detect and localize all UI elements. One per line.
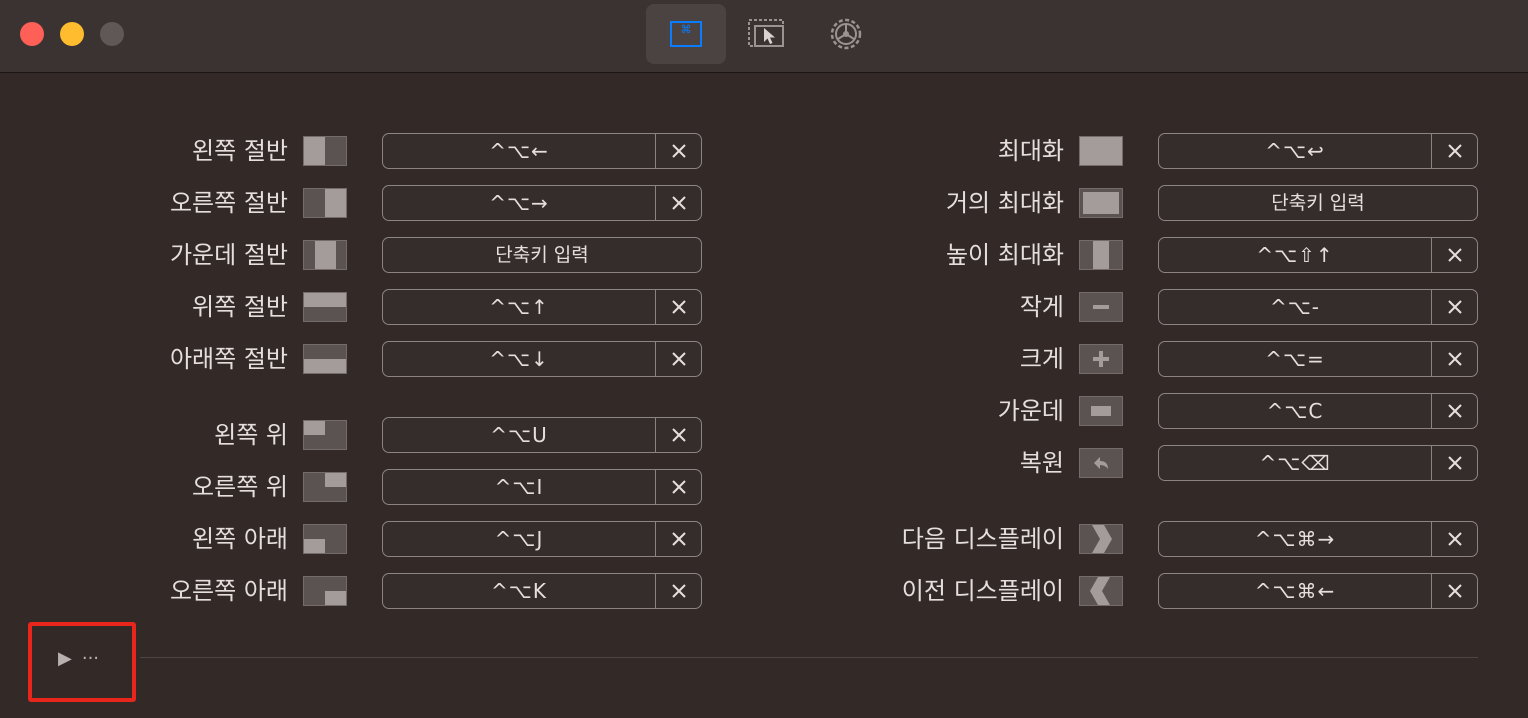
shortcut-recorder[interactable]: ^⌥= (1158, 341, 1478, 377)
clear-shortcut-button[interactable] (1432, 522, 1477, 556)
close-icon (1447, 584, 1462, 598)
tab-settings[interactable] (806, 4, 886, 64)
close-icon (1447, 404, 1462, 418)
close-icon (1447, 532, 1462, 546)
shortcut-value: ^⌥⇧↑ (1256, 243, 1334, 267)
clear-shortcut-button[interactable] (1432, 290, 1477, 324)
shortcut-row: 가운데 ^⌥C (0, 393, 1528, 429)
shortcut-value: ^⌥C (1266, 399, 1324, 423)
close-icon (1447, 300, 1462, 314)
close-button[interactable] (20, 22, 44, 46)
action-label: 최대화 (997, 137, 1064, 165)
shortcut-value: ^⌥⌘→ (1254, 527, 1336, 551)
maximize-height-icon (1079, 240, 1123, 270)
clear-shortcut-button[interactable] (1432, 238, 1477, 272)
larger-icon (1079, 344, 1123, 374)
shortcut-recorder[interactable]: ^⌥⌫ (1158, 445, 1478, 481)
action-label: 이전 디스플레이 (901, 577, 1064, 605)
minimize-button[interactable] (60, 22, 84, 46)
zoom-button[interactable] (100, 22, 124, 46)
clear-shortcut-button[interactable] (1432, 342, 1477, 376)
tab-keyboard-shortcuts[interactable]: ⌘ (646, 4, 726, 64)
close-icon (1447, 456, 1462, 470)
action-label: 가운데 (997, 397, 1064, 425)
snap-area-icon (748, 19, 784, 47)
close-icon (1447, 248, 1462, 262)
gear-icon (830, 18, 862, 50)
shortcut-value: ^⌥⌘← (1254, 579, 1336, 603)
shortcut-recorder[interactable]: ^⌥⌘→ (1158, 521, 1478, 557)
almost-maximize-icon (1079, 188, 1123, 218)
footer-divider (140, 657, 1478, 658)
close-icon (671, 480, 686, 494)
close-icon (1447, 144, 1462, 158)
action-label: 작게 (1019, 293, 1064, 321)
shortcut-row: 거의 최대화 단축키 입력 (0, 185, 1528, 221)
shortcut-row: 작게 ^⌥- (0, 289, 1528, 325)
keyboard-shortcut-icon: ⌘ (670, 21, 702, 47)
shortcut-recorder[interactable]: 단축키 입력 (1158, 185, 1478, 221)
restore-icon (1079, 448, 1123, 478)
action-label: 크게 (1019, 345, 1064, 373)
smaller-icon (1079, 292, 1123, 322)
action-label: 복원 (1019, 449, 1064, 477)
shortcut-recorder[interactable]: ^⌥⌘← (1158, 573, 1478, 609)
svg-text:⌘: ⌘ (681, 23, 692, 36)
clear-shortcut-button[interactable] (1432, 394, 1477, 428)
shortcut-value: ^⌥⌫ (1259, 451, 1331, 475)
shortcut-row: 높이 최대화 ^⌥⇧↑ (0, 237, 1528, 273)
shortcut-row: 다음 디스플레이 ^⌥⌘→ (0, 521, 1528, 557)
shortcut-value: ^⌥- (1269, 295, 1321, 319)
shortcut-recorder[interactable]: ^⌥⇧↑ (1158, 237, 1478, 273)
previous-display-icon (1079, 576, 1123, 606)
next-display-icon (1079, 524, 1123, 554)
shortcut-row: 복원 ^⌥⌫ (0, 445, 1528, 481)
shortcut-row: 최대화 ^⌥↩ (0, 133, 1528, 169)
shortcut-recorder[interactable]: ^⌥↩ (1158, 133, 1478, 169)
action-label: 다음 디스플레이 (901, 525, 1064, 553)
clear-shortcut-button[interactable] (1432, 446, 1477, 480)
clear-shortcut-button[interactable] (1432, 134, 1477, 168)
shortcut-value: ^⌥= (1265, 347, 1325, 371)
action-label: 높이 최대화 (945, 241, 1064, 269)
shortcut-row: 이전 디스플레이 ^⌥⌘← (0, 573, 1528, 609)
shortcut-recorder[interactable]: ^⌥C (1158, 393, 1478, 429)
center-icon (1079, 396, 1123, 426)
close-icon (671, 428, 686, 442)
highlight-box (28, 622, 136, 702)
shortcut-placeholder: 단축키 입력 (1271, 192, 1365, 214)
shortcut-recorder[interactable]: ^⌥- (1158, 289, 1478, 325)
shortcut-value: ^⌥↩ (1265, 139, 1325, 163)
shortcut-row: 크게 ^⌥= (0, 341, 1528, 377)
close-icon (1447, 352, 1462, 366)
action-label: 거의 최대화 (945, 189, 1064, 217)
maximize-icon (1079, 136, 1123, 166)
clear-shortcut-button[interactable] (1432, 574, 1477, 608)
tab-snap-areas[interactable] (727, 4, 807, 64)
title-bar: ⌘ (0, 0, 1528, 73)
